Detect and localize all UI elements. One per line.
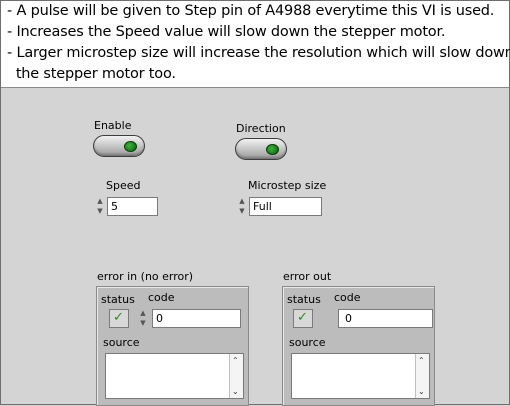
- microstep-select[interactable]: Full: [249, 197, 322, 216]
- code-label: code: [334, 291, 361, 304]
- status-indicator: ✓: [293, 309, 313, 328]
- scroll-up-icon[interactable]: ⌃: [418, 356, 425, 365]
- direction-label: Direction: [236, 122, 286, 135]
- error-in-title: error in (no error): [97, 270, 194, 283]
- enable-label: Enable: [94, 119, 132, 132]
- description-line: the stepper motor too.: [7, 66, 176, 82]
- error-in-cluster: status code ✓ ▲ ▼ 0 source ⌃ ⌄: [96, 286, 249, 406]
- scroll-down-icon[interactable]: ⌄: [232, 387, 239, 396]
- spinner-up-icon[interactable]: ▲: [138, 309, 148, 318]
- status-checkbox[interactable]: ✓: [109, 309, 129, 328]
- status-label: status: [287, 293, 321, 306]
- check-icon: ✓: [297, 310, 308, 325]
- scroll-up-icon[interactable]: ⌃: [232, 356, 239, 365]
- check-icon: ✓: [113, 310, 124, 325]
- source-display: ⌃ ⌄: [291, 353, 430, 399]
- error-out-title: error out: [283, 270, 332, 283]
- spinner-up-icon[interactable]: ▲: [95, 197, 105, 206]
- code-spinner[interactable]: ▲ ▼: [138, 309, 148, 328]
- source-scrollbar[interactable]: ⌃ ⌄: [229, 354, 243, 398]
- spinner-up-icon[interactable]: ▲: [237, 197, 247, 206]
- error-out-cluster: status code ✓ 0 source ⌃ ⌄: [282, 286, 435, 406]
- speed-label: Speed: [106, 179, 141, 192]
- source-label: source: [289, 336, 326, 349]
- spinner-down-icon[interactable]: ▼: [138, 319, 148, 328]
- status-label: status: [101, 293, 135, 306]
- code-display: 0: [338, 309, 433, 328]
- spinner-down-icon[interactable]: ▼: [237, 207, 247, 216]
- source-textbox[interactable]: ⌃ ⌄: [105, 353, 244, 399]
- description-text-box: - A pulse will be given to Step pin of A…: [1, 1, 510, 88]
- description-line: - A pulse will be given to Step pin of A…: [7, 3, 495, 19]
- speed-input[interactable]: 5: [107, 197, 158, 216]
- code-input[interactable]: 0: [152, 309, 241, 328]
- front-panel: - A pulse will be given to Step pin of A…: [0, 0, 510, 406]
- spinner-down-icon[interactable]: ▼: [95, 207, 105, 216]
- source-label: source: [103, 336, 140, 349]
- microstep-label: Microstep size: [248, 179, 327, 192]
- source-scrollbar[interactable]: ⌃ ⌄: [415, 354, 429, 398]
- description-line: - Larger microstep size will increase th…: [7, 45, 510, 61]
- led-indicator-icon: [124, 141, 137, 152]
- microstep-spinner[interactable]: ▲ ▼: [237, 197, 247, 216]
- led-indicator-icon: [266, 144, 279, 155]
- speed-spinner[interactable]: ▲ ▼: [95, 197, 105, 216]
- code-label: code: [148, 291, 175, 304]
- direction-toggle[interactable]: [235, 138, 287, 160]
- description-line: - Increases the Speed value will slow do…: [7, 24, 446, 40]
- enable-toggle[interactable]: [93, 135, 145, 157]
- scroll-down-icon[interactable]: ⌄: [418, 387, 425, 396]
